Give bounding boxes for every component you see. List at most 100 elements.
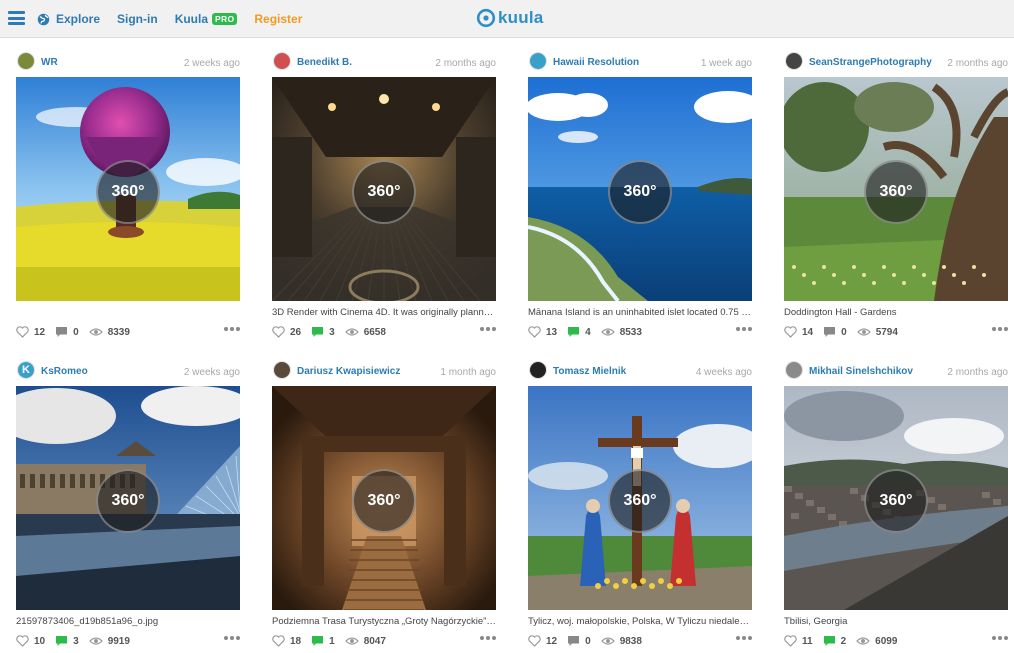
comment-button[interactable]: 0 [55,326,79,338]
more-options-icon[interactable] [222,327,240,331]
comment-count: 0 [585,635,591,647]
card-stats: 13 4 8533 [528,324,752,340]
username-link[interactable]: Dariusz Kwapisiewicz [297,366,400,377]
360-badge: 360° [352,469,416,533]
comment-button[interactable]: 3 [311,326,335,338]
photo-card[interactable]: Tomasz Mielnik 4 weeks ago 360° Tylicz, … [528,353,752,653]
like-button[interactable]: 12 [16,326,45,338]
photo-card[interactable]: Mikhail Sinelshchikov 2 months ago 360° … [784,353,1008,653]
username-link[interactable]: Hawaii Resolution [553,57,639,68]
heart-icon [16,326,29,338]
view-count: 5794 [875,326,898,338]
panorama-thumbnail[interactable]: 360° [16,77,240,301]
views-stat: 9919 [88,636,130,647]
avatar[interactable] [529,52,547,70]
card-stats: 26 3 6658 [272,324,496,340]
photo-card[interactable]: WR 2 weeks ago 360° 12 0 8339 [16,44,240,344]
card-header: SeanStrangePhotography 2 months ago [784,44,1008,76]
card-caption: 21597873406_d19b851a96_o.jpg [16,616,159,627]
more-options-icon[interactable] [990,327,1008,331]
views-stat: 5794 [856,326,898,338]
avatar[interactable] [273,52,291,70]
username-link[interactable]: Benedikt B. [297,57,352,68]
like-button[interactable]: 12 [528,635,557,647]
comment-button[interactable]: 1 [311,635,335,647]
views-stat: 6099 [856,636,897,647]
photo-card[interactable]: Dariusz Kwapisiewicz 1 month ago 360° Po… [272,353,496,653]
like-button[interactable]: 10 [16,635,45,647]
more-options-icon[interactable] [990,636,1008,640]
eye-icon [856,637,870,645]
panorama-thumbnail[interactable]: 360° [16,386,240,610]
heart-icon [272,326,285,338]
avatar[interactable] [785,361,803,379]
360-badge: 360° [608,469,672,533]
like-button[interactable]: 26 [272,326,301,338]
avatar[interactable] [529,361,547,379]
like-button[interactable]: 18 [272,635,301,647]
nav-explore[interactable]: Explore [37,12,100,26]
hamburger-menu-icon[interactable] [8,11,25,25]
card-header: Dariusz Kwapisiewicz 1 month ago [272,353,496,385]
card-caption: Tbilisi, Georgia [784,616,848,627]
nav-signin[interactable]: Sign-in [117,12,158,26]
username-link[interactable]: SeanStrangePhotography [809,57,932,68]
view-count: 6099 [875,635,898,647]
comment-button[interactable]: 0 [823,326,847,338]
comment-button[interactable]: 4 [567,326,591,338]
more-options-icon[interactable] [478,327,496,331]
more-options-icon[interactable] [478,636,496,640]
comment-count: 3 [329,326,335,338]
username-link[interactable]: WR [41,57,58,68]
eye-icon [600,637,615,645]
like-button[interactable]: 13 [528,326,557,338]
nav-register-label: Register [254,12,303,26]
avatar[interactable] [17,52,35,70]
like-count: 12 [546,635,558,647]
panorama-thumbnail[interactable]: 360° [784,386,1008,610]
nav-kuula-label: Kuula [174,12,209,26]
photo-card[interactable]: Hawaii Resolution 1 week ago 360° Mānana… [528,44,752,344]
comment-icon [823,636,835,646]
panorama-thumbnail[interactable]: 360° [528,386,752,610]
panorama-thumbnail[interactable]: 360° [784,77,1008,301]
photo-card[interactable]: K KsRomeo 2 weeks ago 360° 21597873406_d… [16,353,240,653]
like-count: 10 [34,635,46,647]
heart-icon [528,326,541,338]
username-link[interactable]: Tomasz Mielnik [553,366,626,377]
panorama-thumbnail[interactable]: 360° [272,386,496,610]
more-options-icon[interactable] [222,636,240,640]
photo-card[interactable]: SeanStrangePhotography 2 months ago 360°… [784,44,1008,344]
kuula-logo[interactable]: kuula [476,6,543,30]
panorama-thumbnail[interactable]: 360° [272,77,496,301]
comment-count: 4 [585,326,591,338]
post-time: 1 week ago [700,58,752,69]
like-count: 13 [546,326,558,338]
view-count: 6658 [363,326,386,338]
comment-count: 2 [840,635,847,647]
panorama-thumbnail[interactable]: 360° [528,77,752,301]
like-button[interactable]: 11 [784,635,813,647]
comment-button[interactable]: 2 [823,635,847,647]
views-stat: 9838 [600,636,642,647]
views-stat: 6658 [344,326,386,338]
comment-button[interactable]: 3 [55,635,79,647]
like-button[interactable]: 14 [784,326,813,338]
card-caption: Mānana Island is an uninhabited islet lo… [528,307,752,318]
username-link[interactable]: KsRomeo [41,366,88,377]
card-header: WR 2 weeks ago [16,44,240,76]
username-link[interactable]: Mikhail Sinelshchikov [809,366,913,377]
more-options-icon[interactable] [734,636,752,640]
avatar[interactable] [785,52,803,70]
eye-icon [88,637,103,645]
nav-register[interactable]: Register [254,12,302,26]
pro-badge: PRO [212,13,238,25]
logo-text: kuula [498,8,544,27]
more-options-icon[interactable] [734,327,752,331]
comment-button[interactable]: 0 [567,635,591,647]
avatar[interactable] [273,361,291,379]
avatar[interactable]: K [17,361,35,379]
nav-kuula-pro[interactable]: Kuula PRO [175,12,238,26]
photo-card[interactable]: Benedikt B. 2 months ago 360° 3D Render … [272,44,496,344]
card-header: Mikhail Sinelshchikov 2 months ago [784,353,1008,385]
